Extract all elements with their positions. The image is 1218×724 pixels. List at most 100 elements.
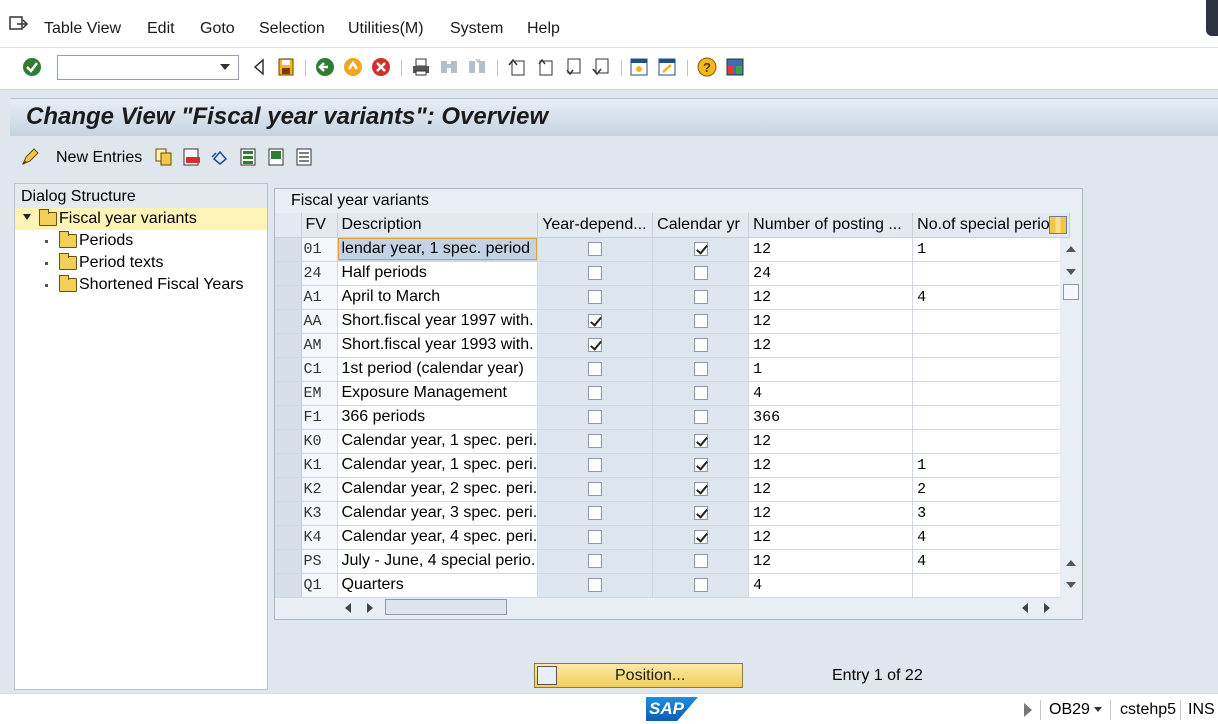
cell-calendar-yr[interactable] [652,477,750,502]
app-menu-icon[interactable] [9,16,29,32]
table-row[interactable]: C1 1st period (calendar year) 1 [275,357,1070,382]
select-block-icon[interactable] [266,146,286,168]
checkbox-checked[interactable] [693,481,708,496]
cell-calendar-yr[interactable] [652,285,750,310]
column-header-year-dependent[interactable]: Year-depend... [537,213,654,238]
scroll-right-end-icon[interactable] [1044,603,1050,613]
cell-special-periods[interactable]: 1 [912,453,1070,478]
cell-special-periods[interactable]: 1 [912,237,1070,262]
table-row[interactable]: K1 Calendar year, 1 spec. peri. 12 1 [275,453,1070,478]
exit-icon[interactable] [343,56,363,78]
table-row[interactable]: 01 lendar year, 1 spec. period 12 1 [275,237,1070,262]
menu-edit[interactable]: Edit [147,20,175,38]
cell-posting-periods[interactable]: 12 [748,453,914,478]
cell-posting-periods[interactable]: 12 [748,477,914,502]
checkbox-unchecked[interactable] [588,289,603,304]
new-entries-button[interactable]: New Entries [56,149,142,167]
row-selector[interactable] [275,309,302,334]
row-selector[interactable] [275,261,302,286]
row-selector[interactable] [275,525,302,550]
row-selector[interactable] [275,333,302,358]
cell-description[interactable]: Calendar year, 2 spec. peri. [337,477,539,502]
enter-check-icon[interactable] [22,56,42,78]
cell-posting-periods[interactable]: 12 [748,285,914,310]
horizontal-scrollbar[interactable] [275,597,1082,619]
cell-description[interactable]: Short.fiscal year 1993 with. [337,333,539,358]
cell-description[interactable]: 366 periods [337,405,539,430]
cell-description[interactable]: Short.fiscal year 1997 with. [337,309,539,334]
cell-calendar-yr[interactable] [652,453,750,478]
copy-as-icon[interactable] [154,146,174,168]
insert-mode[interactable]: INS [1188,701,1215,719]
cell-special-periods[interactable] [912,357,1070,382]
transaction-dropdown-icon[interactable] [1094,707,1102,712]
command-dropdown-icon[interactable] [220,64,230,70]
column-header-posting-periods[interactable]: Number of posting ... [748,213,914,238]
column-header-calendar-yr[interactable]: Calendar yr [652,213,750,238]
cell-description[interactable]: Calendar year, 1 spec. peri. [337,453,539,478]
row-selector[interactable] [275,477,302,502]
cell-year-dependent[interactable] [537,477,654,502]
cell-description[interactable]: Quarters [337,573,539,598]
table-row[interactable]: F1 366 periods 366 [275,405,1070,430]
cell-special-periods[interactable]: 3 [912,501,1070,526]
cell-year-dependent[interactable] [537,381,654,406]
page-down-icon[interactable] [1066,582,1076,588]
tree-item-periods[interactable]: Periods [15,230,267,252]
checkbox-checked[interactable] [693,457,708,472]
cell-year-dependent[interactable] [537,237,654,262]
cancel-icon[interactable] [371,56,391,78]
vertical-scroll-thumb[interactable] [1063,284,1079,300]
cell-special-periods[interactable] [912,333,1070,358]
menu-utilities[interactable]: Utilities(M) [348,20,424,38]
checkbox-unchecked[interactable] [693,361,708,376]
checkbox-unchecked[interactable] [693,577,708,592]
row-selector[interactable] [275,429,302,454]
select-all-header[interactable] [275,213,302,238]
undo-change-icon[interactable] [210,146,230,168]
cell-posting-periods[interactable]: 1 [748,357,914,382]
checkbox-unchecked[interactable] [693,553,708,568]
cell-posting-periods[interactable]: 12 [748,237,914,262]
cell-description[interactable]: April to March [337,285,539,310]
checkbox-checked[interactable] [588,313,603,328]
row-selector[interactable] [275,573,302,598]
tree-item-shortened-fiscal-years[interactable]: Shortened Fiscal Years [15,274,267,296]
horizontal-scroll-thumb[interactable] [385,599,507,615]
checkbox-unchecked[interactable] [693,409,708,424]
cell-special-periods[interactable]: 4 [912,525,1070,550]
cell-year-dependent[interactable] [537,501,654,526]
scroll-left-end-icon[interactable] [1022,603,1028,613]
cell-calendar-yr[interactable] [652,429,750,454]
checkbox-unchecked[interactable] [693,265,708,280]
new-session-icon[interactable] [629,56,649,78]
menu-help[interactable]: Help [527,20,560,38]
cell-posting-periods[interactable]: 4 [748,381,914,406]
column-header-special-periods[interactable]: No.of special periods [912,213,1070,238]
menu-goto[interactable]: Goto [200,20,235,38]
table-row[interactable]: EM Exposure Management 4 [275,381,1070,406]
cell-special-periods[interactable] [912,429,1070,454]
column-settings-icon[interactable] [1048,216,1067,234]
edit-pencil-icon[interactable] [20,146,40,168]
back-triangle-icon[interactable] [249,56,269,78]
print-icon[interactable] [411,56,431,78]
checkbox-unchecked[interactable] [693,289,708,304]
cell-description[interactable]: Calendar year, 1 spec. peri. [337,429,539,454]
checkbox-unchecked[interactable] [693,337,708,352]
cell-calendar-yr[interactable] [652,501,750,526]
checkbox-unchecked[interactable] [693,385,708,400]
cell-year-dependent[interactable] [537,261,654,286]
scroll-right-icon[interactable] [367,603,373,613]
menu-table-view[interactable]: Table View [44,20,121,38]
checkbox-unchecked[interactable] [588,265,603,280]
position-button[interactable]: Position... [534,663,743,688]
cell-posting-periods[interactable]: 12 [748,429,914,454]
cell-description[interactable]: Half periods [337,261,539,286]
first-page-icon[interactable] [507,56,527,78]
cell-calendar-yr[interactable] [652,333,750,358]
cell-description[interactable]: July - June, 4 special perio. [337,549,539,574]
tree-item-period-texts[interactable]: Period texts [15,252,267,274]
delete-icon[interactable] [182,146,202,168]
cell-year-dependent[interactable] [537,525,654,550]
